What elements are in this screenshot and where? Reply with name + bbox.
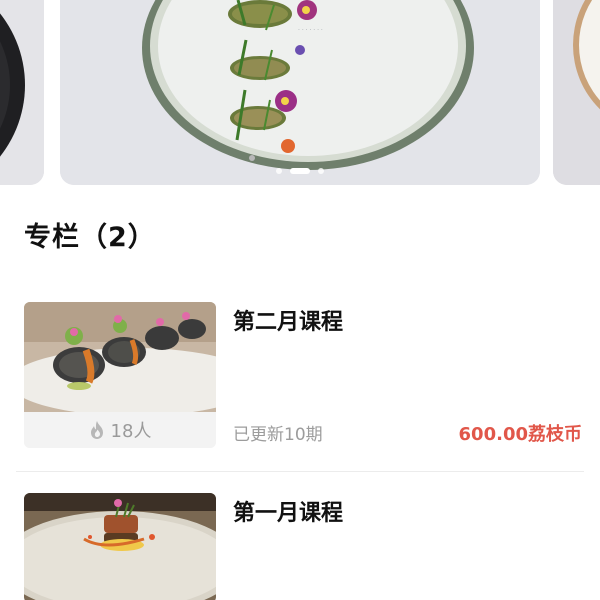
carousel-dot-active[interactable] bbox=[290, 168, 310, 174]
course-title[interactable]: 第一月课程 bbox=[233, 495, 343, 527]
course-title[interactable]: 第二月课程 bbox=[233, 304, 343, 336]
carousel-slide-next[interactable] bbox=[553, 0, 600, 185]
views-bar: 18人 bbox=[24, 412, 216, 448]
watermark-bracket bbox=[500, 562, 504, 592]
carousel-slide-previous[interactable] bbox=[0, 0, 44, 185]
flame-icon bbox=[90, 421, 103, 439]
course-thumbnail[interactable] bbox=[24, 493, 216, 600]
carousel-dot[interactable] bbox=[276, 168, 282, 174]
watermark-brand-cn: 名厨 bbox=[508, 578, 530, 591]
views-count: 18人 bbox=[110, 421, 152, 442]
course-cover-image bbox=[24, 493, 216, 600]
carousel-slide-current[interactable]: · · · · · · · bbox=[60, 0, 540, 185]
brand-watermark: MINGCHU 名厨 bbox=[500, 556, 592, 596]
next-slide-image bbox=[553, 0, 600, 185]
watermark-brand-en: MINGCHU bbox=[508, 558, 591, 574]
carousel-indicator bbox=[0, 168, 600, 174]
section-title: 专栏（2） bbox=[24, 222, 156, 253]
course-cover-image bbox=[24, 302, 216, 412]
carousel-dot[interactable] bbox=[318, 168, 324, 174]
list-divider bbox=[16, 471, 584, 472]
course-card[interactable]: 18人 第二月课程 已更新10期 600.00荔枝币 bbox=[24, 302, 584, 452]
plated-dish-image: · · · · · · · bbox=[60, 0, 540, 185]
banner-carousel[interactable]: · · · · · · · bbox=[0, 0, 600, 186]
course-price: 600.00荔枝币 bbox=[458, 424, 582, 445]
course-thumbnail[interactable]: 18人 bbox=[24, 302, 216, 448]
previous-slide-image bbox=[0, 0, 44, 185]
svg-text:· · · · · · ·: · · · · · · · bbox=[298, 27, 323, 34]
course-update-status: 已更新10期 bbox=[233, 425, 323, 445]
